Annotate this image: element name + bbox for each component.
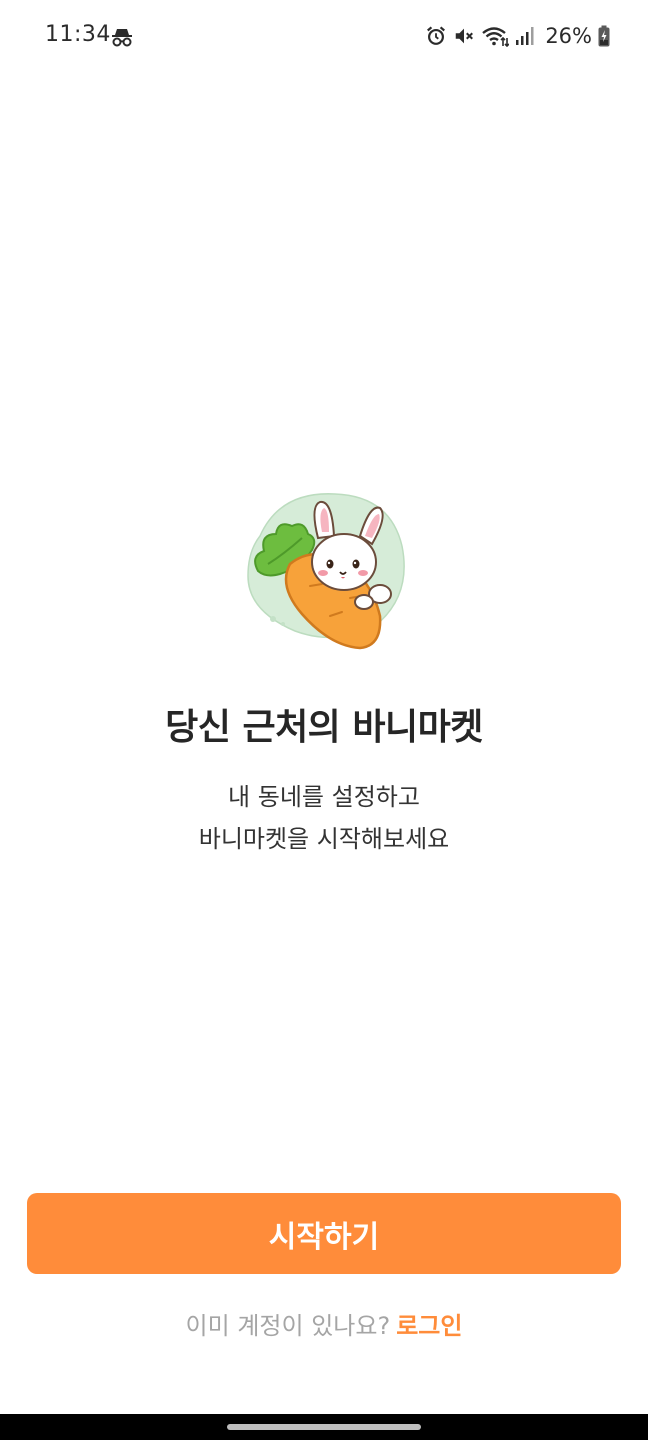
login-link[interactable]: 로그인 xyxy=(396,1312,462,1340)
subtext: 내 동네를 설정하고 바니마켓을 시작해보세요 xyxy=(0,776,648,860)
status-bar: 11:34 26% xyxy=(0,0,648,72)
home-indicator[interactable] xyxy=(227,1424,421,1430)
alarm-icon xyxy=(425,25,447,47)
headline: 당신 근처의 바니마켓 xyxy=(165,707,483,748)
navigation-bar xyxy=(0,1414,648,1440)
incognito-icon xyxy=(110,25,134,49)
status-icons: 26% xyxy=(425,22,610,50)
subtext-line-2: 바니마켓을 시작해보세요 xyxy=(198,825,450,853)
battery-percent: 26% xyxy=(545,24,592,48)
login-prompt: 이미 계정이 있나요? xyxy=(185,1312,391,1340)
bunny-carrot-illustration xyxy=(240,486,410,656)
signal-icon xyxy=(515,26,535,46)
mute-icon xyxy=(453,25,475,47)
login-row: 이미 계정이 있나요? 로그인 xyxy=(0,1306,648,1341)
status-time: 11:34 xyxy=(45,22,111,47)
wifi-icon xyxy=(481,25,510,47)
subtext-line-1: 내 동네를 설정하고 xyxy=(228,783,420,811)
onboarding-screen: 11:34 26% 당신 근처의 바니마켓 내 동네를 설정하고 바니마켓을 시… xyxy=(0,0,648,1440)
start-button[interactable]: 시작하기 xyxy=(27,1193,621,1274)
battery-charging-icon xyxy=(598,25,610,47)
